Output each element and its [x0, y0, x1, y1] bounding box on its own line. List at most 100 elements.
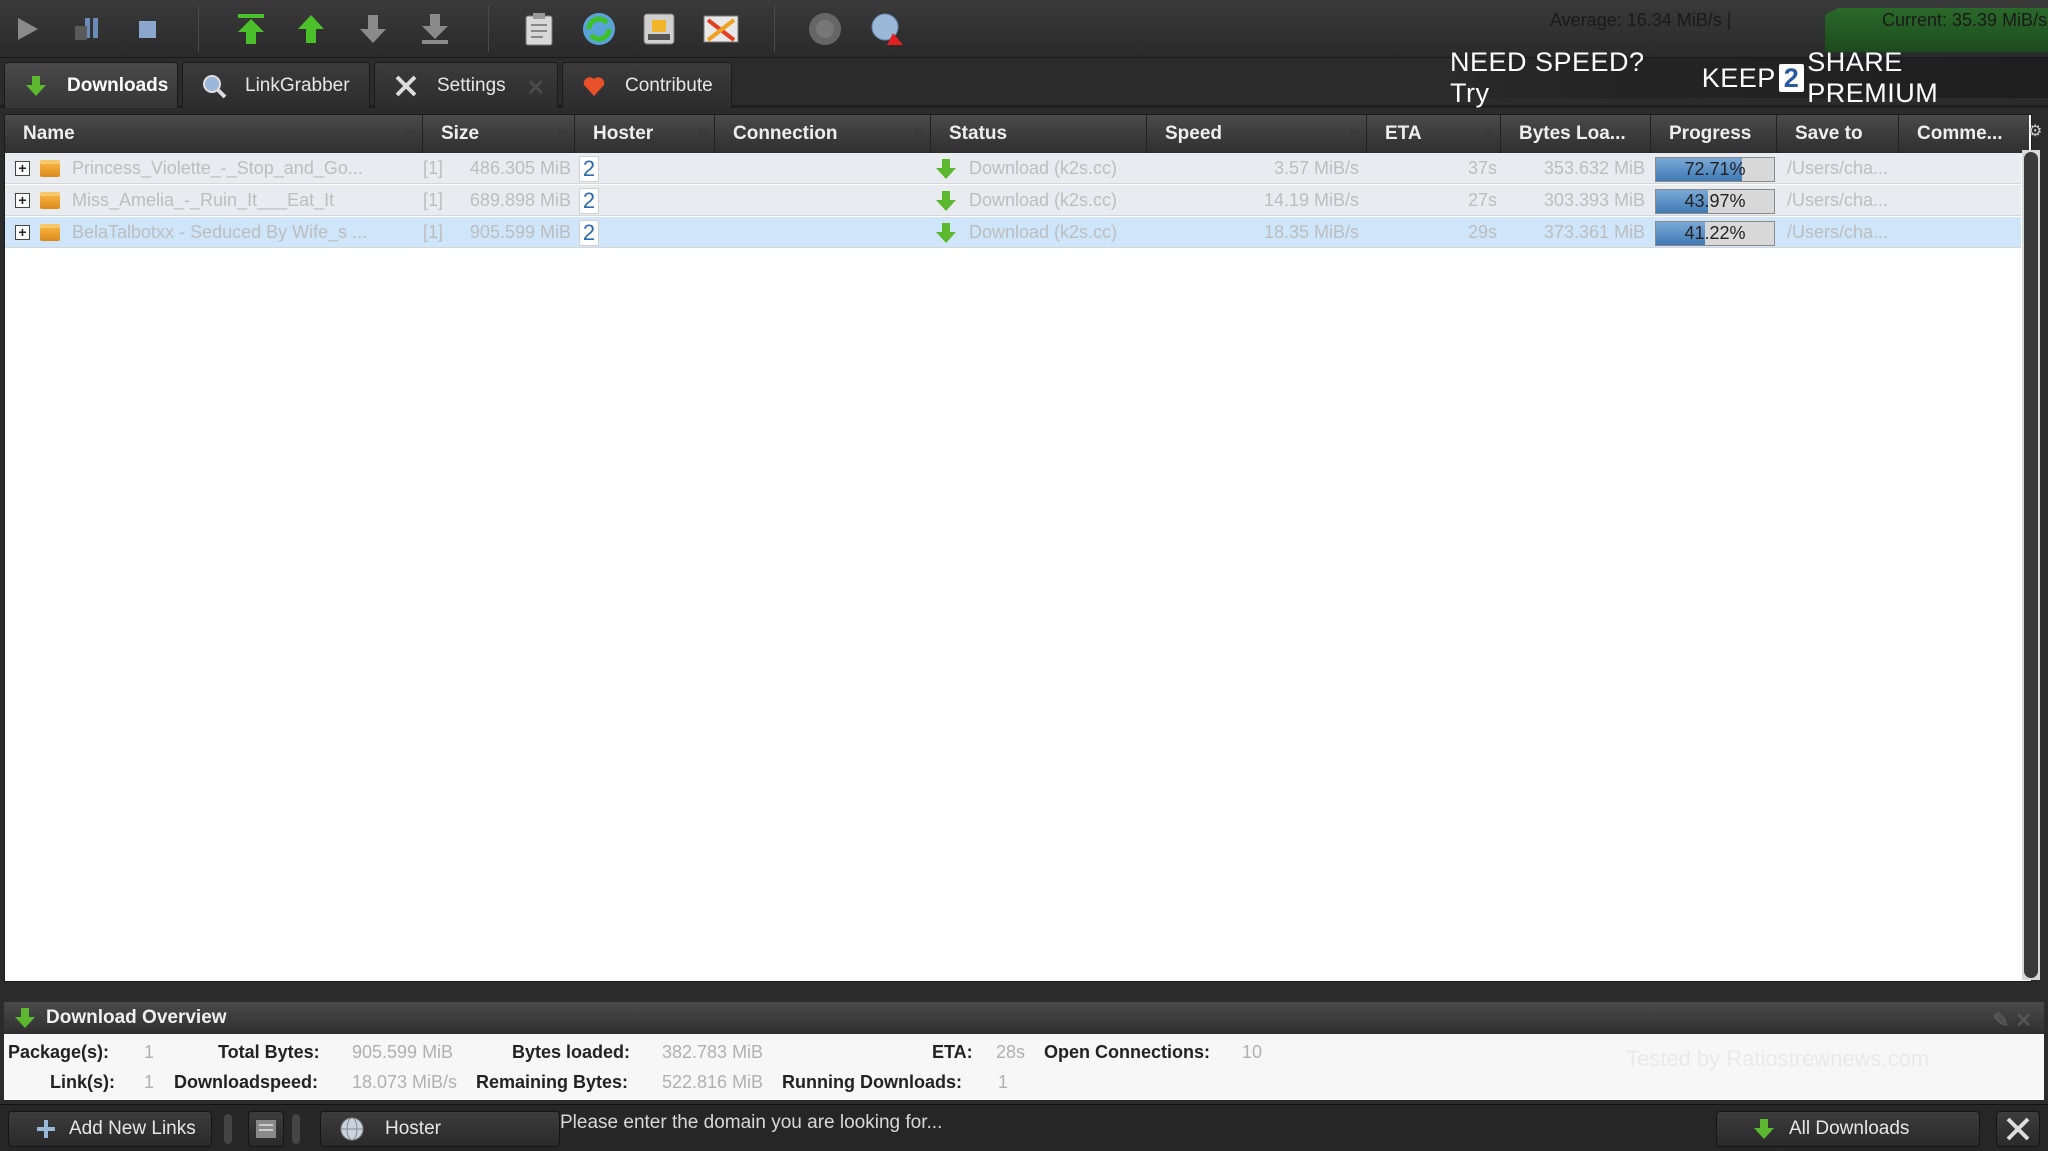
row-name: Miss_Amelia_-_Ruin_It___Eat_It [72, 190, 335, 210]
row-count: [1] [423, 158, 444, 178]
search-input[interactable]: Please enter the domain you are looking … [560, 1112, 942, 1134]
linkgrabber-icon [201, 73, 227, 99]
col-speed-label: Speed [1165, 123, 1223, 144]
bottom-settings-icon[interactable] [1996, 1111, 2040, 1147]
speed-average: Average: 16.34 MiB/s | [1550, 10, 1732, 30]
col-hoster-label: Hoster [593, 123, 654, 144]
banner-share: SHARE PREMIUM [1807, 47, 1939, 108]
move-down-icon[interactable] [350, 6, 396, 52]
expand-icon[interactable]: + [15, 161, 30, 176]
clipboard-list-icon[interactable] [248, 1111, 284, 1147]
col-status[interactable]: Status [931, 115, 1147, 153]
eta-value: 28s [996, 1042, 1026, 1062]
row-hoster: 2 [579, 153, 609, 184]
package-icon [40, 160, 60, 177]
table-row[interactable]: + Princess_Violette_-_Stop_and_Go... [1]… [5, 153, 2021, 184]
tab-downloads-label: Downloads [67, 74, 169, 96]
running-downloads-value: 1 [998, 1072, 1009, 1092]
col-size[interactable]: Size [423, 115, 575, 153]
row-size: 486.305 MiB [469, 158, 571, 178]
row-bytes-loaded: 353.632 MiB [1543, 158, 1645, 178]
close-icon[interactable]: ✕ [527, 75, 545, 101]
hoster-k2s-icon: 2 [579, 155, 599, 182]
overview-tools[interactable]: ✎✕ [1992, 1008, 2038, 1033]
downloadspeed-label: Downloadspeed: [174, 1072, 319, 1092]
row-count: [1] [423, 190, 444, 210]
expand-icon[interactable]: + [15, 193, 30, 208]
silent-mode-icon[interactable] [802, 6, 848, 52]
row-save-to: /Users/cha... [1787, 158, 1889, 178]
running-downloads-label: Running Downloads: [782, 1072, 962, 1092]
tab-linkgrabber[interactable]: LinkGrabber [182, 62, 370, 108]
row-eta: 29s [1467, 222, 1497, 242]
download-table: Name Size Hoster Connection Status Speed… [4, 114, 2032, 982]
col-eta[interactable]: ETA [1367, 115, 1501, 153]
overview-title: Download Overview [46, 1007, 227, 1028]
row-save-to: /Users/cha... [1787, 190, 1889, 210]
row-name: BelaTalbotxx - Seduced By Wife_s ... [72, 222, 368, 242]
remaining-bytes-label: Remaining Bytes: [476, 1072, 629, 1092]
table-row-selected[interactable]: + BelaTalbotxx - Seduced By Wife_s ... [… [5, 217, 2021, 248]
download-arrow-icon [15, 1008, 35, 1028]
col-eta-label: ETA [1385, 123, 1422, 144]
row-progress-bar: 43.97% [1655, 189, 1775, 214]
tab-contribute[interactable]: Contribute [562, 62, 732, 108]
update-icon[interactable] [864, 6, 910, 52]
table-row[interactable]: + Miss_Amelia_-_Ruin_It___Eat_It [1] 689… [5, 185, 2021, 216]
bytes-loaded-label: Bytes loaded: [512, 1042, 631, 1062]
main-toolbar: Average: 16.34 MiB/s | Current: 35.39 Mi… [0, 0, 2048, 58]
row-speed: 18.35 MiB/s [1263, 222, 1359, 242]
clipboard-icon[interactable] [516, 6, 562, 52]
col-progress[interactable]: Progress [1651, 115, 1777, 153]
vertical-scrollbar-thumb[interactable] [2024, 152, 2038, 978]
downloading-icon [936, 222, 956, 243]
banner-keep: KEEP [1701, 62, 1776, 93]
downloading-icon [936, 158, 956, 179]
tab-settings[interactable]: Settings ✕ [374, 62, 558, 108]
add-new-links-button[interactable]: Add New Links [8, 1111, 212, 1147]
table-header: Name Size Hoster Connection Status Speed… [5, 115, 2029, 153]
reconnect-icon[interactable] [576, 6, 622, 52]
hoster-select-label: Hoster [385, 1118, 441, 1139]
tab-downloads[interactable]: Downloads [4, 62, 178, 108]
move-top-icon[interactable] [228, 6, 274, 52]
col-status-label: Status [949, 123, 1008, 144]
row-speed: 14.19 MiB/s [1263, 190, 1359, 210]
col-comment[interactable]: Comme... [1899, 115, 2029, 153]
move-up-icon[interactable] [288, 6, 334, 52]
banner-prefix: NEED SPEED? Try [1450, 47, 1645, 108]
col-speed[interactable]: Speed [1147, 115, 1367, 153]
clear-icon[interactable] [698, 6, 744, 52]
downloadspeed-value: 18.073 MiB/s [352, 1072, 458, 1092]
hoster-select[interactable]: Hoster [320, 1111, 560, 1147]
total-bytes-label: Total Bytes: [218, 1042, 320, 1062]
expand-icon[interactable]: + [15, 225, 30, 240]
col-connection[interactable]: Connection [715, 115, 931, 153]
total-bytes-value: 905.599 MiB [352, 1042, 454, 1062]
packages-label: Package(s): [8, 1042, 110, 1062]
col-bytes-loaded[interactable]: Bytes Loa... [1501, 115, 1651, 153]
tab-linkgrabber-label: LinkGrabber [245, 74, 350, 96]
col-save-to[interactable]: Save to [1777, 115, 1899, 153]
row-progress-bar: 41.22% [1655, 221, 1775, 246]
move-bottom-icon[interactable] [412, 6, 458, 52]
row-name: Princess_Violette_-_Stop_and_Go... [72, 158, 363, 178]
row-progress-label: 41.22% [1684, 223, 1746, 243]
row-save-to: /Users/cha... [1787, 222, 1889, 242]
list-menu-handle[interactable] [292, 1114, 300, 1144]
add-links-menu-handle[interactable] [224, 1114, 232, 1144]
banner-two: 2 [1778, 64, 1805, 92]
heart-icon [581, 73, 607, 99]
all-downloads-button[interactable]: All Downloads [1716, 1111, 1980, 1147]
column-settings-icon[interactable]: ⚙ [2028, 124, 2044, 140]
premium-icon[interactable] [636, 6, 682, 52]
play-icon[interactable] [4, 6, 50, 52]
premium-banner[interactable]: NEED SPEED? Try KEEP 2 SHARE PREMIUM [1450, 47, 2048, 108]
stop-icon[interactable] [124, 6, 170, 52]
row-status-label: Download (k2s.cc) [969, 222, 1118, 242]
col-hoster[interactable]: Hoster [575, 115, 715, 153]
row-size: 689.898 MiB [469, 190, 571, 210]
col-size-label: Size [441, 123, 480, 144]
col-name[interactable]: Name [5, 115, 423, 153]
pause-icon[interactable] [64, 6, 110, 52]
